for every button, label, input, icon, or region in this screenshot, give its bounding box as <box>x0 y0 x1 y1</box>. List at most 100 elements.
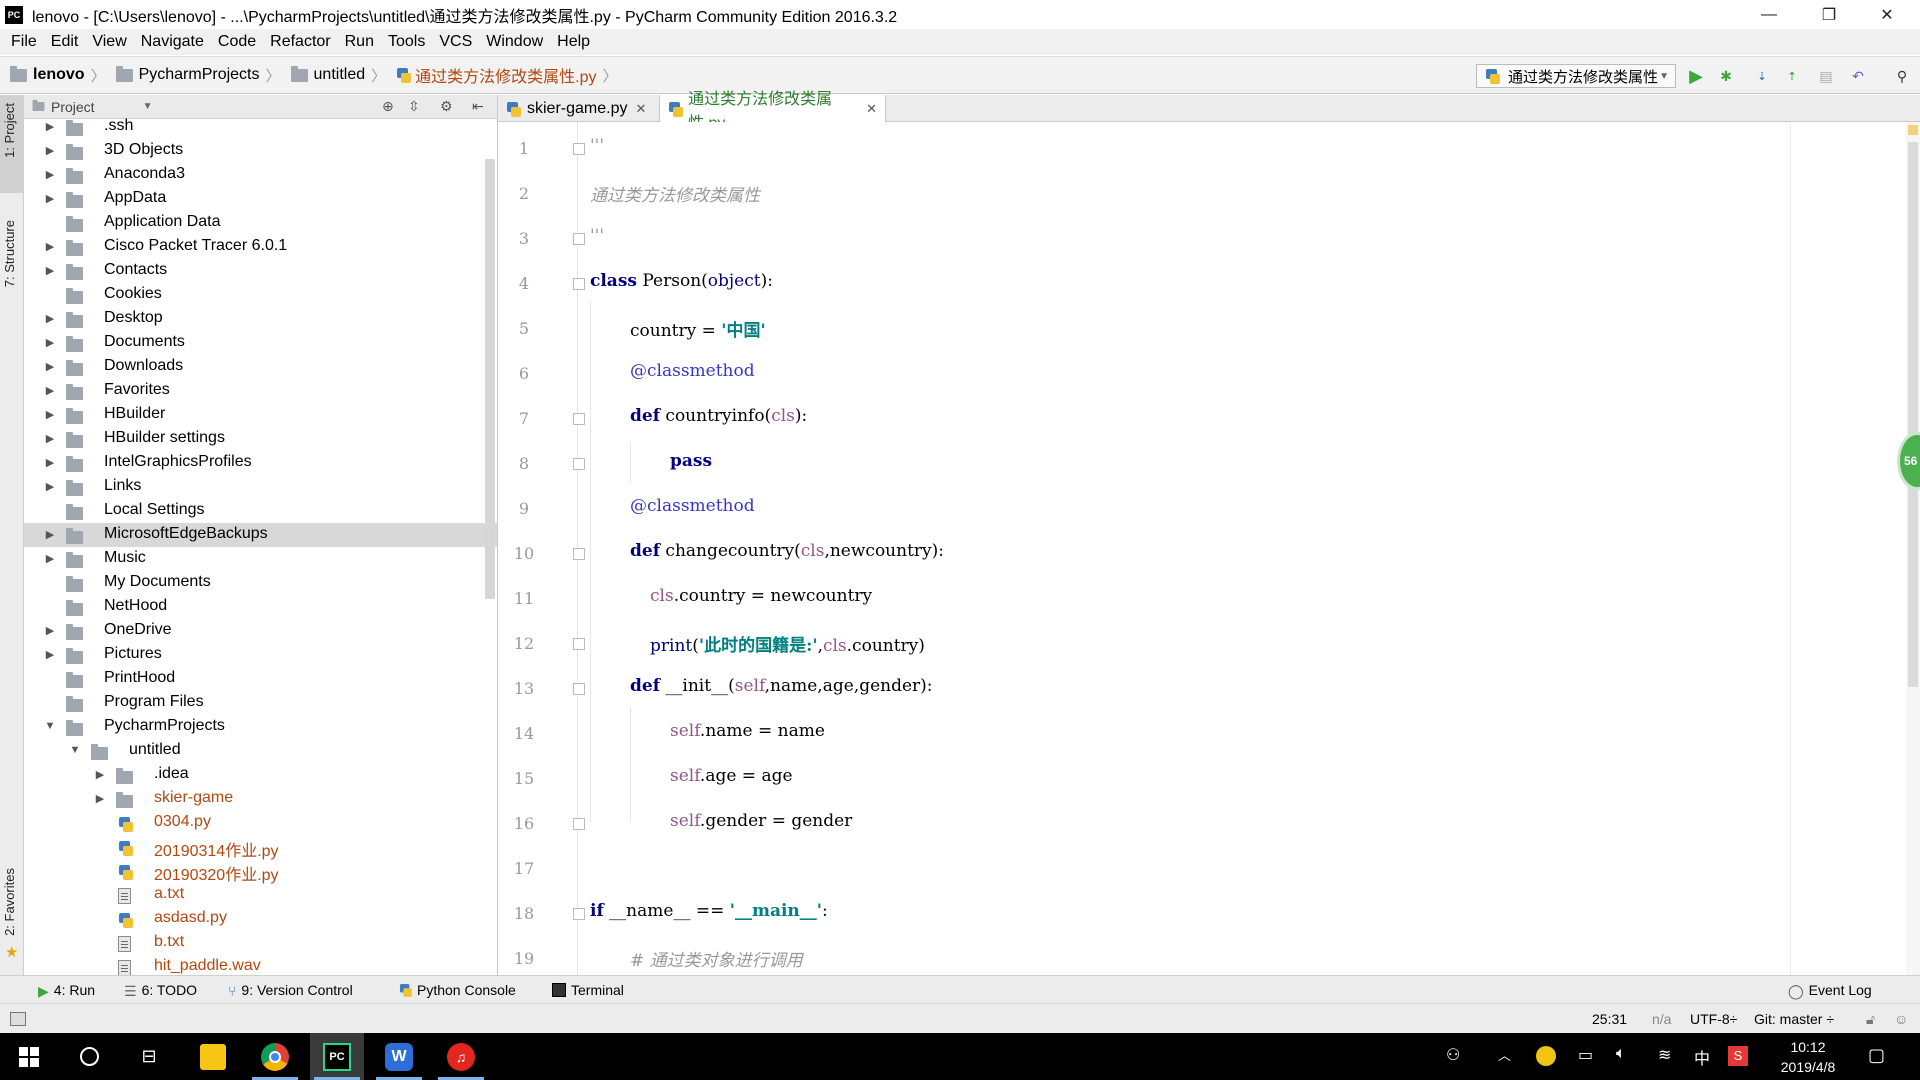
favorites-tool-tab[interactable]: 2: Favorites <box>2 868 17 936</box>
wifi-icon[interactable]: ≋ <box>1658 1045 1671 1065</box>
editor-scrollbar[interactable] <box>1906 122 1920 975</box>
chevron-right-icon[interactable]: ▶ <box>44 408 56 421</box>
close-tab-icon[interactable]: ✕ <box>866 101 877 117</box>
clock[interactable]: 10:12 2019/4/8 <box>1768 1037 1848 1077</box>
chevron-right-icon[interactable]: ▶ <box>44 648 56 661</box>
chevron-right-icon[interactable]: ▶ <box>44 336 56 349</box>
tree-item[interactable]: ▶ Downloads <box>24 355 497 379</box>
chevron-down-icon[interactable]: ▼ <box>143 101 153 112</box>
tree-item[interactable]: ▶ OneDrive <box>24 619 497 643</box>
toggle-tool-windows-icon[interactable] <box>10 1012 26 1026</box>
battery-icon[interactable]: ▭ <box>1578 1045 1593 1065</box>
chevron-right-icon[interactable]: ▶ <box>44 624 56 637</box>
taskbar-app-notes[interactable] <box>186 1033 240 1080</box>
chevron-right-icon[interactable]: ▶ <box>44 120 56 133</box>
inspection-indicator-icon[interactable] <box>1908 125 1918 135</box>
close-window-button[interactable]: ✕ <box>1860 0 1914 29</box>
tree-item[interactable]: ▶ HBuilder <box>24 403 497 427</box>
run-configuration-select[interactable]: 通过类方法修改类属性 ▼ <box>1476 64 1676 88</box>
vcs-update-icon[interactable]: ⇣ <box>1750 65 1774 87</box>
project-panel-title[interactable]: Project <box>51 99 95 115</box>
tree-item[interactable]: Cookies <box>24 283 497 307</box>
close-tab-icon[interactable]: ✕ <box>635 101 646 117</box>
tree-item[interactable]: ▶ IntelGraphicsProfiles <box>24 451 497 475</box>
chevron-right-icon[interactable]: ▶ <box>44 552 56 565</box>
tree-item[interactable]: 20190320作业.py <box>24 859 497 884</box>
tree-item[interactable]: hit_paddle.wav <box>24 955 497 975</box>
minimize-button[interactable]: — <box>1742 0 1796 29</box>
tree-item[interactable]: ▶ skier-game <box>24 787 497 811</box>
tab-skier-game[interactable]: skier-game.py ✕ <box>498 95 660 122</box>
tree-item[interactable]: NetHood <box>24 595 497 619</box>
tree-item[interactable]: ▶ Links <box>24 475 497 499</box>
vcs-commit-icon[interactable]: ⇡ <box>1780 65 1804 87</box>
tree-scrollbar[interactable] <box>485 159 495 599</box>
fold-marker[interactable] <box>573 638 585 650</box>
taskbar-app-wps[interactable]: W <box>372 1033 426 1080</box>
search-icon[interactable]: ⚲ <box>1890 65 1914 87</box>
tree-item[interactable]: asdasd.py <box>24 907 497 931</box>
fold-marker[interactable] <box>573 683 585 695</box>
menu-navigate[interactable]: Navigate <box>134 33 211 51</box>
fold-marker[interactable] <box>573 458 585 470</box>
gear-icon[interactable]: ⚙ <box>440 98 453 115</box>
tree-item[interactable]: Local Settings <box>24 499 497 523</box>
tree-item[interactable]: ▶ Contacts <box>24 259 497 283</box>
fold-marker[interactable] <box>573 818 585 830</box>
fold-marker[interactable] <box>573 233 585 245</box>
menu-edit[interactable]: Edit <box>44 33 86 51</box>
chevron-right-icon[interactable]: ▶ <box>44 456 56 469</box>
tree-item[interactable]: ▶ HBuilder settings <box>24 427 497 451</box>
fold-marker[interactable] <box>573 548 585 560</box>
tree-item[interactable]: 0304.py <box>24 811 497 835</box>
task-view-button[interactable]: ⊟ <box>122 1033 176 1080</box>
breadcrumb-untitled[interactable]: untitled <box>290 65 365 84</box>
chevron-right-icon[interactable]: ▶ <box>94 792 106 805</box>
compare-icon[interactable]: ▤ <box>1814 65 1838 87</box>
caret-position[interactable]: 25:31 <box>1592 1011 1627 1027</box>
notifications-icon[interactable]: ▢ <box>1868 1045 1885 1066</box>
tree-item[interactable]: ▶ AppData <box>24 187 497 211</box>
hide-panel-icon[interactable]: ⇤ <box>472 98 484 115</box>
menu-file[interactable]: File <box>4 33 44 51</box>
todo-tool-window-button[interactable]: ☰ 6: TODO <box>124 982 197 999</box>
chevron-right-icon[interactable]: ▶ <box>44 240 56 253</box>
chevron-right-icon[interactable]: ▶ <box>44 384 56 397</box>
revert-icon[interactable]: ↶ <box>1846 65 1870 87</box>
fold-marker[interactable] <box>573 908 585 920</box>
breadcrumb-pycharmprojects[interactable]: PycharmProjects <box>115 65 260 84</box>
debug-icon[interactable]: ✱ <box>1714 65 1738 87</box>
taskbar-app-netease-music[interactable]: ♫ <box>434 1033 488 1080</box>
run-icon[interactable]: ▶ <box>1684 65 1708 87</box>
scrollbar-thumb[interactable] <box>1908 142 1918 687</box>
terminal-tool-window-button[interactable]: Terminal <box>552 982 624 998</box>
tree-item[interactable]: ▶ .idea <box>24 763 497 787</box>
tree-item[interactable]: ▶ Cisco Packet Tracer 6.0.1 <box>24 235 497 259</box>
tree-item[interactable]: Application Data <box>24 211 497 235</box>
chevron-up-icon[interactable]: ︿ <box>1498 1045 1511 1064</box>
start-button[interactable] <box>2 1033 56 1080</box>
event-log-tool-window-button[interactable]: ◯ Event Log <box>1788 982 1872 999</box>
chevron-right-icon[interactable]: ▶ <box>94 768 106 781</box>
fold-marker[interactable] <box>573 278 585 290</box>
tree-item[interactable]: ▶ .ssh <box>24 115 497 139</box>
tree-item[interactable]: ▶ Music <box>24 547 497 571</box>
menu-run[interactable]: Run <box>338 33 381 51</box>
breadcrumb-file[interactable]: 通过类方法修改类属性.py <box>396 63 596 87</box>
project-tool-tab[interactable]: 1: Project <box>2 103 17 158</box>
menu-vcs[interactable]: VCS <box>432 33 479 51</box>
ime-indicator[interactable]: 中 <box>1694 1045 1710 1069</box>
tree-item[interactable]: ▼ PycharmProjects <box>24 715 497 739</box>
tree-item[interactable]: PrintHood <box>24 667 497 691</box>
sogou-input-icon[interactable]: S <box>1728 1046 1748 1066</box>
collapse-all-icon[interactable]: ⇳ <box>408 98 420 115</box>
python-console-tool-window-button[interactable]: Python Console <box>398 982 516 998</box>
tree-item[interactable]: ▶ MicrosoftEdgeBackups <box>24 523 497 547</box>
hector-icon[interactable]: ☺ <box>1894 1011 1908 1027</box>
tree-item[interactable]: b.txt <box>24 931 497 955</box>
chevron-down-icon[interactable]: ▼ <box>69 744 81 756</box>
menu-refactor[interactable]: Refactor <box>263 33 337 51</box>
tree-item[interactable]: ▶ 3D Objects <box>24 139 497 163</box>
structure-tool-tab[interactable]: 7: Structure <box>2 220 17 287</box>
menu-code[interactable]: Code <box>211 33 263 51</box>
